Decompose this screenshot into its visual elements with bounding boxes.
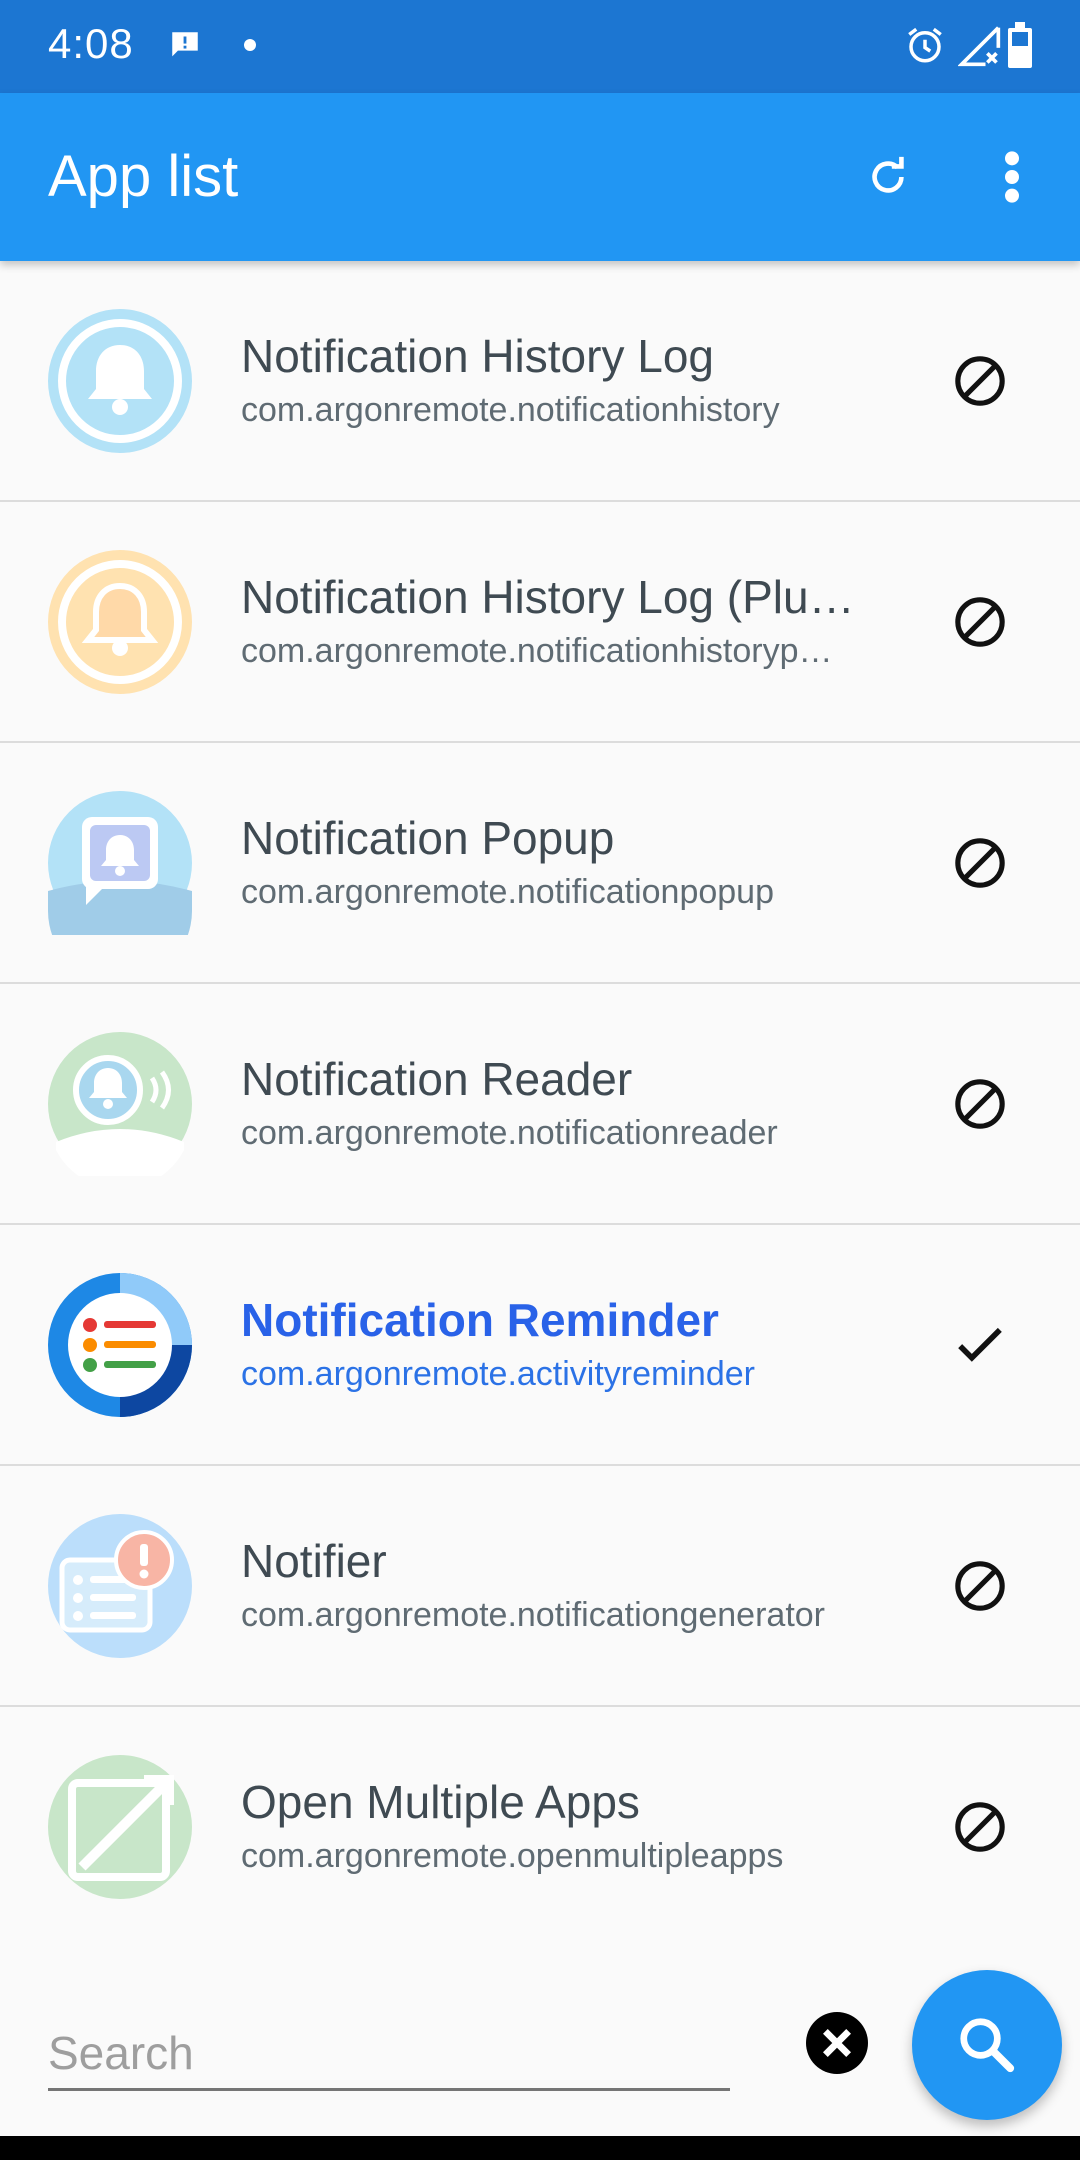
block-icon[interactable] — [952, 594, 1008, 650]
notification-history-log-plus-app-icon — [48, 550, 192, 694]
signal-no-service-icon — [958, 26, 1001, 67]
clear-search-icon[interactable] — [806, 2012, 868, 2074]
app-bar: App list — [0, 93, 1080, 261]
list-item[interactable]: Notification Popup com.argonremote.notif… — [0, 743, 1080, 984]
app-name: Notification History Log (Plu… — [241, 571, 855, 623]
notification-popup-app-icon — [48, 791, 192, 935]
list-item[interactable]: Notification History Log (Plu… com.argon… — [0, 502, 1080, 743]
refresh-icon — [872, 156, 904, 193]
app-name: Notification Reminder — [241, 1294, 719, 1346]
more-vert-icon — [1005, 151, 1019, 203]
list-item[interactable]: Notification Reader com.argonremote.noti… — [0, 984, 1080, 1225]
app-package: com.argonremote.notificationpopup — [241, 873, 774, 911]
status-time: 4:08 — [48, 20, 134, 67]
block-icon[interactable] — [952, 1558, 1008, 1614]
block-icon[interactable] — [952, 835, 1008, 891]
search-fab-button[interactable] — [912, 1970, 1062, 2120]
notifier-app-icon — [48, 1514, 192, 1658]
block-icon[interactable] — [952, 353, 1008, 409]
alarm-icon — [908, 27, 942, 63]
search-input[interactable] — [48, 2018, 730, 2091]
list-item-selected[interactable]: Notification Reminder com.argonremote.ac… — [0, 1225, 1080, 1466]
search-icon — [960, 2018, 1015, 2073]
status-bar: 4:08 — [0, 0, 1080, 93]
app-package: com.argonremote.notificationhistoryp… — [241, 632, 833, 670]
message-notification-icon — [172, 32, 198, 57]
search-bar — [0, 1940, 1080, 2120]
notification-reader-app-icon — [48, 1032, 192, 1176]
app-package: com.argonremote.notificationreader — [241, 1114, 778, 1152]
app-package: com.argonremote.notificationhistory — [241, 391, 780, 429]
app-name: Notification Reader — [241, 1053, 633, 1105]
overflow-menu-button[interactable] — [970, 135, 1054, 219]
block-icon[interactable] — [952, 1076, 1008, 1132]
notification-reminder-app-icon — [48, 1273, 192, 1417]
notification-history-log-app-icon — [48, 309, 192, 453]
list-item[interactable]: Notification History Log com.argonremote… — [0, 261, 1080, 502]
app-name: Notification Popup — [241, 812, 615, 864]
app-name: Notification History Log — [241, 330, 714, 382]
open-multiple-apps-app-icon — [48, 1755, 192, 1899]
app-name: Notifier — [241, 1535, 387, 1587]
check-icon[interactable] — [952, 1317, 1008, 1373]
app-package: com.argonremote.openmultipleapps — [241, 1837, 784, 1875]
app-name: Open Multiple Apps — [241, 1776, 640, 1828]
block-icon[interactable] — [952, 1799, 1008, 1855]
app-package: com.argonremote.activityreminder — [241, 1355, 755, 1393]
refresh-button[interactable] — [846, 135, 930, 219]
list-item[interactable]: Notifier com.argonremote.notificationgen… — [0, 1466, 1080, 1707]
battery-icon — [1008, 22, 1032, 68]
navigation-bar — [0, 2136, 1080, 2160]
app-list: Notification History Log com.argonremote… — [0, 261, 1080, 1948]
app-package: com.argonremote.notificationgenerator — [241, 1596, 825, 1634]
page-title: App list — [48, 144, 239, 209]
notification-dot-icon — [244, 39, 256, 51]
list-item[interactable]: Open Multiple Apps com.argonremote.openm… — [0, 1707, 1080, 1948]
